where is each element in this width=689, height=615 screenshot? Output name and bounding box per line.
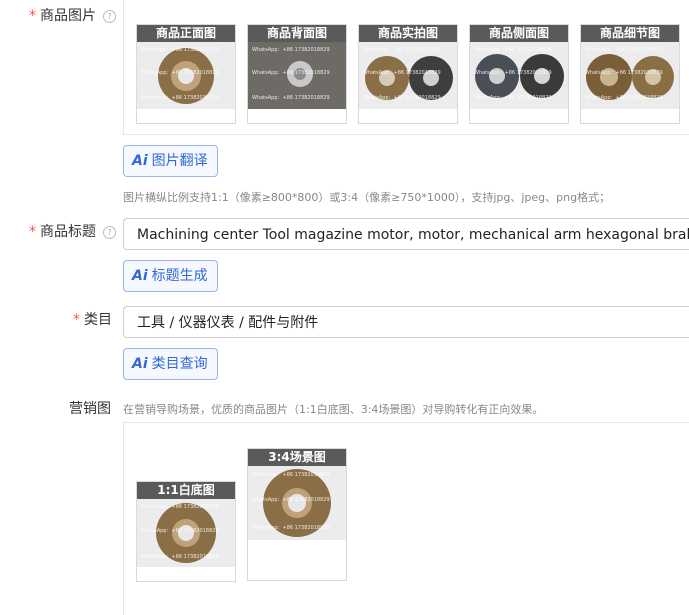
product-photo: WhatsApp：+86 17382018829 WhatsApp：+86 17… <box>359 42 457 109</box>
thumb-caption: 商品实拍图 <box>359 25 457 42</box>
product-title-input[interactable]: Machining center Tool magazine motor, mo… <box>123 218 689 250</box>
product-photo: WhatsApp：+86 17382018829 WhatsApp：+86 17… <box>137 42 235 109</box>
watermark: WhatsApp：+86 17382018829 <box>141 95 219 101</box>
category-select[interactable]: 工具 / 仪器仪表 / 配件与附件 <box>123 306 689 338</box>
watermark: WhatsApp：+86 17382018829 <box>585 95 663 101</box>
category-label: * 类目 <box>73 312 112 328</box>
watermark: WhatsApp：+86 17382018829 <box>141 504 219 510</box>
product-photo: WhatsApp：+86 17382018829 WhatsApp：+86 17… <box>248 42 346 109</box>
marketing-images-label: 营销图 <box>69 401 111 417</box>
product-images-panel: 商品正面图 WhatsApp：+86 17382018829 WhatsApp：… <box>123 0 689 135</box>
watermark: WhatsApp：+86 17382018829 <box>252 47 330 53</box>
watermark: WhatsApp：+86 17382018829 <box>141 47 219 53</box>
product-photo: WhatsApp：+86 17382018829 WhatsApp：+86 17… <box>581 42 679 109</box>
watermark: WhatsApp：+86 17382018829 <box>474 70 552 76</box>
watermark: WhatsApp：+86 17382018829 <box>585 70 663 76</box>
marketing-images-panel: 1:1白底图 WhatsApp：+86 17382018829 WhatsApp… <box>123 422 689 615</box>
product-thumb-detail[interactable]: 商品细节图 WhatsApp：+86 17382018829 WhatsApp：… <box>580 24 680 124</box>
watermark: WhatsApp：+86 17382018829 <box>585 47 663 53</box>
watermark: WhatsApp：+86 17382018829 <box>252 70 330 76</box>
watermark: WhatsApp：+86 17382018829 <box>252 497 330 503</box>
product-thumb-side[interactable]: 商品侧面图 WhatsApp：+86 17382018829 WhatsApp：… <box>469 24 569 124</box>
watermark: WhatsApp：+86 17382018829 <box>363 70 441 76</box>
thumb-caption: 1:1白底图 <box>137 482 235 499</box>
question-circle-icon[interactable]: ? <box>103 226 116 239</box>
product-images-label: * 商品图片 <box>29 8 96 24</box>
marketing-thumb-scene[interactable]: 3:4场景图 WhatsApp：+86 17382018829 WhatsApp… <box>247 448 347 581</box>
image-translate-button[interactable]: Ai 图片翻译 <box>123 145 218 177</box>
watermark: WhatsApp：+86 17382018829 <box>474 47 552 53</box>
marketing-thumb-white-bg[interactable]: 1:1白底图 WhatsApp：+86 17382018829 WhatsApp… <box>136 481 236 582</box>
watermark: WhatsApp：+86 17382018829 <box>474 95 552 101</box>
product-photo: WhatsApp：+86 17382018829 WhatsApp：+86 17… <box>470 42 568 109</box>
watermark: WhatsApp：+86 17382018829 <box>141 554 219 560</box>
title-generate-button[interactable]: Ai 标题生成 <box>123 260 218 292</box>
product-thumb-real[interactable]: 商品实拍图 WhatsApp：+86 17382018829 WhatsApp：… <box>358 24 458 124</box>
watermark: WhatsApp：+86 17382018829 <box>363 47 441 53</box>
product-photo: WhatsApp：+86 17382018829 WhatsApp：+86 17… <box>137 499 235 567</box>
product-title-label: * 商品标题 <box>29 224 96 240</box>
product-photo: WhatsApp：+86 17382018829 WhatsApp：+86 17… <box>248 466 346 540</box>
thumb-caption: 商品正面图 <box>137 25 235 42</box>
thumb-caption: 商品背面图 <box>248 25 346 42</box>
watermark: WhatsApp：+86 17382018829 <box>141 528 219 534</box>
ai-icon: Ai <box>132 153 148 169</box>
product-thumb-back[interactable]: 商品背面图 WhatsApp：+86 17382018829 WhatsApp：… <box>247 24 347 124</box>
watermark: WhatsApp：+86 17382018829 <box>363 95 441 101</box>
question-circle-icon[interactable]: ? <box>103 10 116 23</box>
ai-icon: Ai <box>132 356 148 372</box>
watermark: WhatsApp：+86 17382018829 <box>252 525 330 531</box>
ai-icon: Ai <box>132 268 148 284</box>
watermark: WhatsApp：+86 17382018829 <box>252 472 330 478</box>
marketing-images-hint: 在营销导购场景，优质的商品图片（1:1白底图、3:4场景图）对导购转化有正向效果… <box>123 403 544 416</box>
thumb-caption: 商品侧面图 <box>470 25 568 42</box>
watermark: WhatsApp：+86 17382018829 <box>141 70 219 76</box>
image-format-hint: 图片横纵比例支持1:1（像素≥800*800）或3:4（像素≥750*1000）… <box>123 191 611 204</box>
watermark: WhatsApp：+86 17382018829 <box>252 95 330 101</box>
thumb-caption: 3:4场景图 <box>248 449 346 466</box>
thumb-caption: 商品细节图 <box>581 25 679 42</box>
product-thumb-front[interactable]: 商品正面图 WhatsApp：+86 17382018829 WhatsApp：… <box>136 24 236 124</box>
category-query-button[interactable]: Ai 类目查询 <box>123 348 218 380</box>
